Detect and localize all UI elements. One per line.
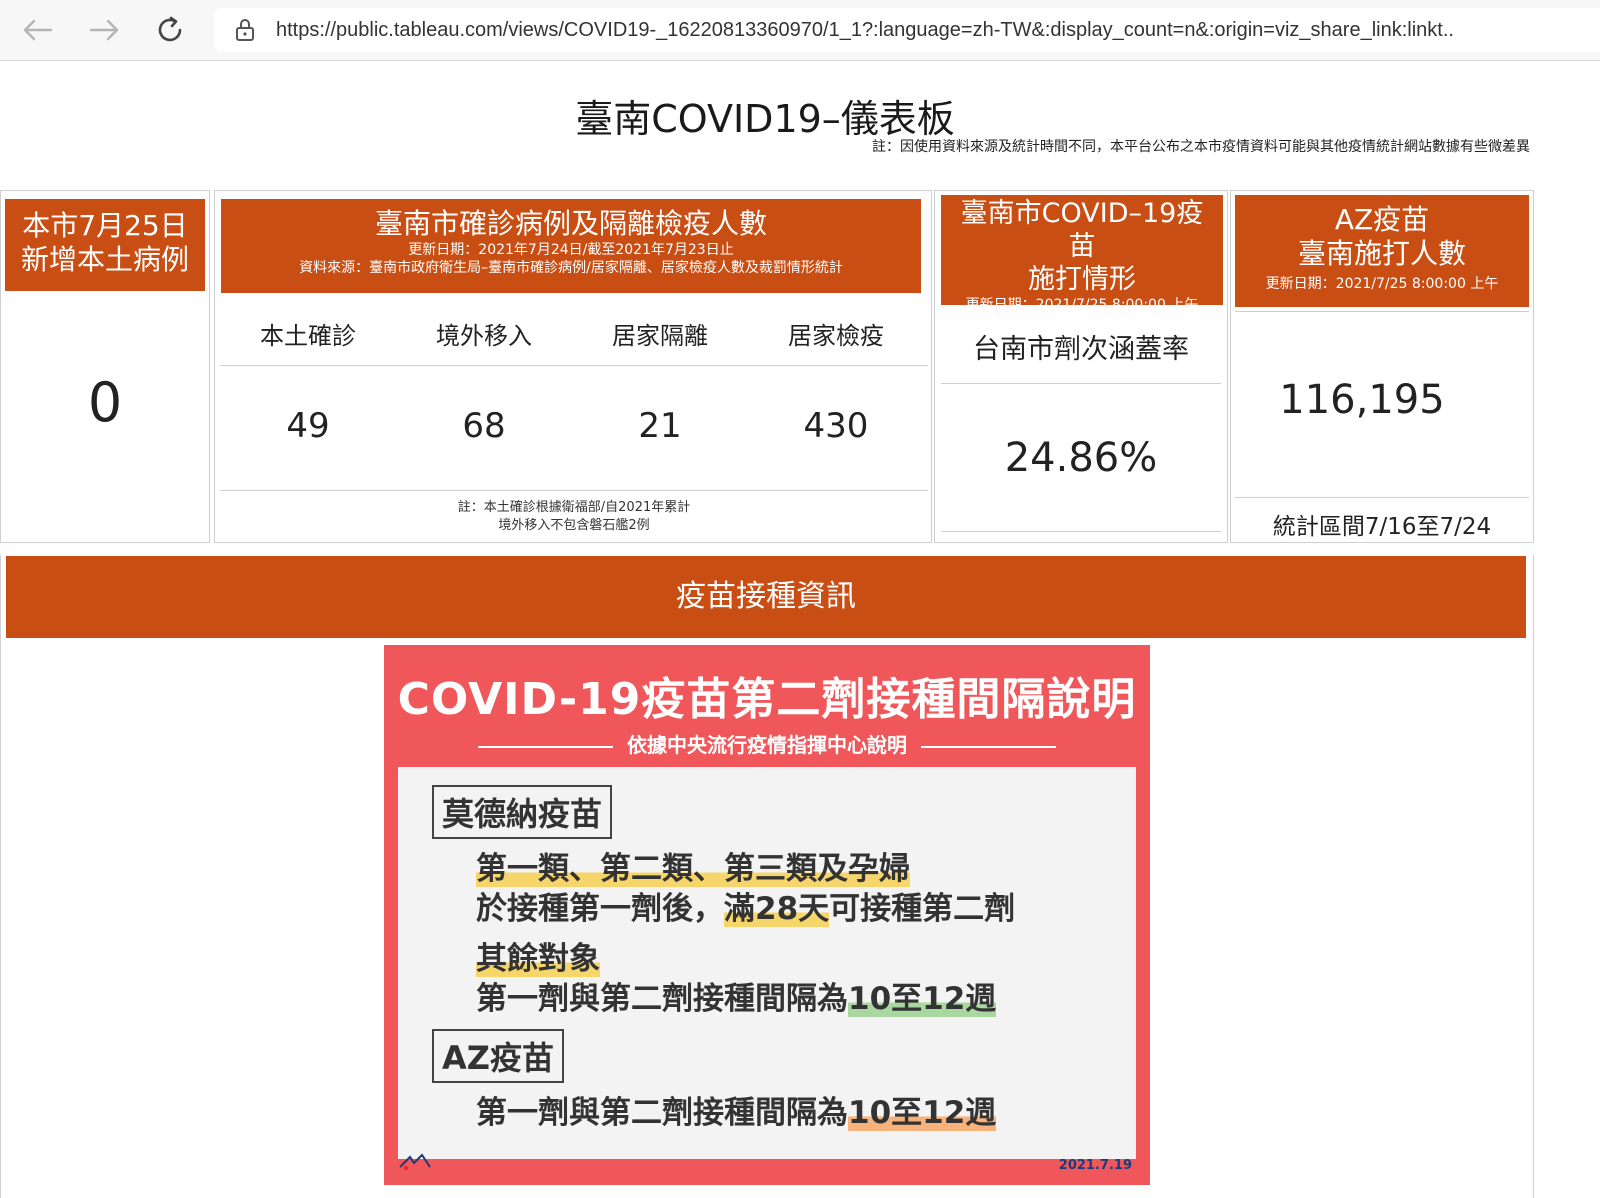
col-label-isolation: 居家隔離 [612, 322, 708, 350]
reload-button[interactable] [150, 10, 190, 50]
col-value-local: 49 [286, 406, 330, 446]
poster-subtitle-text: 依據中央流行疫情指揮中心說明 [627, 733, 907, 757]
az-period: 統計區間7/16至7/24 [1272, 514, 1492, 540]
cases-header: 臺南市確診病例及隔離檢疫人數 更新日期：2021年7月24日/截至2021年7月… [221, 199, 921, 293]
arrow-right-icon [89, 19, 119, 41]
moderna-line2-a: 於接種第一劑後， [476, 891, 724, 927]
forward-button[interactable] [84, 10, 124, 50]
new-cases-header-line2: 新增本土病例 [20, 243, 189, 276]
cases-footnote-line2: 境外移入不包含磐石艦2例 [498, 518, 650, 533]
others-label-text: 其餘對象 [476, 941, 600, 977]
url-text[interactable]: https://public.tableau.com/views/COVID19… [276, 19, 1586, 42]
vaccine-interval-poster: COVID-19疫苗第二劑接種間隔說明 依據中央流行疫情指揮中心說明 莫德納疫苗… [384, 645, 1150, 1185]
new-cases-value: 0 [87, 371, 123, 434]
az-header-line2: 臺南施打人數 [1297, 237, 1466, 270]
moderna-line1: 第一類、第二類、第三類及孕婦 [476, 843, 910, 888]
reload-icon [158, 16, 182, 42]
az-line-b: 10至12週 [848, 1095, 997, 1131]
tainan-logo-icon [398, 1153, 432, 1175]
col-value-imported: 68 [462, 406, 506, 446]
poster-date: 2021.7.19 [1058, 1158, 1132, 1173]
moderna-line2-c: 可接種第二劑 [829, 891, 1016, 927]
col-label-local: 本土確診 [260, 322, 356, 350]
coverage-label: 台南市劑次涵蓋率 [973, 334, 1189, 365]
coverage-value: 24.86% [1004, 435, 1158, 481]
others-line-a: 第一劑與第二劑接種間隔為 [476, 981, 848, 1017]
az-header: AZ疫苗 臺南施打人數 更新日期：2021/7/25 8:00:00 上午 [1235, 195, 1529, 307]
poster-title: COVID-19疫苗第二劑接種間隔說明 [397, 674, 1137, 725]
coverage-header-line2: 苗 [1068, 231, 1096, 262]
poster-card: 莫德納疫苗 第一類、第二類、第三類及孕婦 於接種第一劑後，滿28天可接種第二劑 … [398, 767, 1136, 1159]
az-header-line1: AZ疫苗 [1334, 203, 1430, 236]
az-value: 116,195 [1279, 377, 1445, 423]
lock-icon[interactable] [232, 18, 258, 42]
col-value-quarantine: 430 [803, 406, 869, 446]
az-updated-date: 更新日期：2021/7/25 8:00:00 上午 [1265, 276, 1499, 292]
coverage-header: 臺南市COVID–19疫 苗 施打情形 更新日期：2021/7/25 8:00:… [941, 195, 1223, 305]
cases-footnote-line1: 註：本土確診根據衛福部/自2021年累計 [457, 500, 691, 515]
az-line-a: 第一劑與第二劑接種間隔為 [476, 1095, 848, 1131]
panel-new-cases: 本市7月25日 新增本土病例 0 [0, 190, 210, 543]
dashboard-note: 註：因使用資料來源及統計時間不同，本平台公布之本市疫情資料可能與其他疫情統計網站… [872, 139, 1530, 155]
moderna-tag: 莫德納疫苗 [432, 785, 613, 839]
moderna-line2-b: 滿28天 [724, 891, 830, 927]
divider [1235, 497, 1529, 498]
others-line-b: 10至12週 [848, 981, 997, 1017]
cases-updated-date: 更新日期：2021年7月24日/截至2021年7月23日止 [408, 242, 734, 258]
browser-toolbar: https://public.tableau.com/views/COVID19… [0, 0, 1600, 61]
dashboard-title: 臺南COVID19–儀表板 [575, 97, 955, 141]
divider [220, 365, 928, 366]
az-line: 第一劑與第二劑接種間隔為10至12週 [476, 1087, 997, 1132]
back-button[interactable] [18, 10, 58, 50]
poster-subtitle: 依據中央流行疫情指揮中心說明 [384, 729, 1150, 758]
new-cases-header: 本市7月25日 新增本土病例 [5, 199, 205, 291]
divider [220, 490, 928, 491]
cases-footnote: 註：本土確診根據衛福部/自2021年累計 境外移入不包含磐石艦2例 [220, 499, 928, 535]
coverage-header-line1: 臺南市COVID–19疫 [960, 198, 1204, 229]
arrow-left-icon [23, 19, 53, 41]
moderna-groups: 第一類、第二類、第三類及孕婦 [476, 851, 910, 887]
panel-coverage: 臺南市COVID–19疫 苗 施打情形 更新日期：2021/7/25 8:00:… [934, 190, 1228, 543]
address-bar[interactable]: https://public.tableau.com/views/COVID19… [214, 8, 1600, 52]
others-label: 其餘對象 [476, 933, 600, 978]
divider [941, 531, 1221, 532]
divider [1235, 311, 1529, 312]
col-label-quarantine: 居家檢疫 [788, 322, 884, 350]
az-tag: AZ疫苗 [432, 1029, 564, 1083]
others-line: 第一劑與第二劑接種間隔為10至12週 [476, 973, 997, 1018]
cases-source: 資料來源：臺南市政府衛生局–臺南市確診病例/居家隔離、居家檢疫人數及裁罰情形統計 [299, 260, 843, 276]
vaccine-section-header: 疫苗接種資訊 [6, 556, 1526, 638]
col-label-imported: 境外移入 [436, 322, 532, 350]
coverage-updated-date: 更新日期：2021/7/25 8:00:00 上午 [965, 297, 1199, 305]
panel-az: AZ疫苗 臺南施打人數 更新日期：2021/7/25 8:00:00 上午 11… [1230, 190, 1534, 543]
col-value-isolation: 21 [638, 406, 682, 446]
cases-header-title: 臺南市確診病例及隔離檢疫人數 [374, 207, 767, 240]
new-cases-header-line1: 本市7月25日 [22, 209, 188, 242]
divider [941, 383, 1221, 384]
coverage-header-line3: 施打情形 [1028, 264, 1136, 295]
moderna-line2: 於接種第一劑後，滿28天可接種第二劑 [476, 883, 1015, 928]
